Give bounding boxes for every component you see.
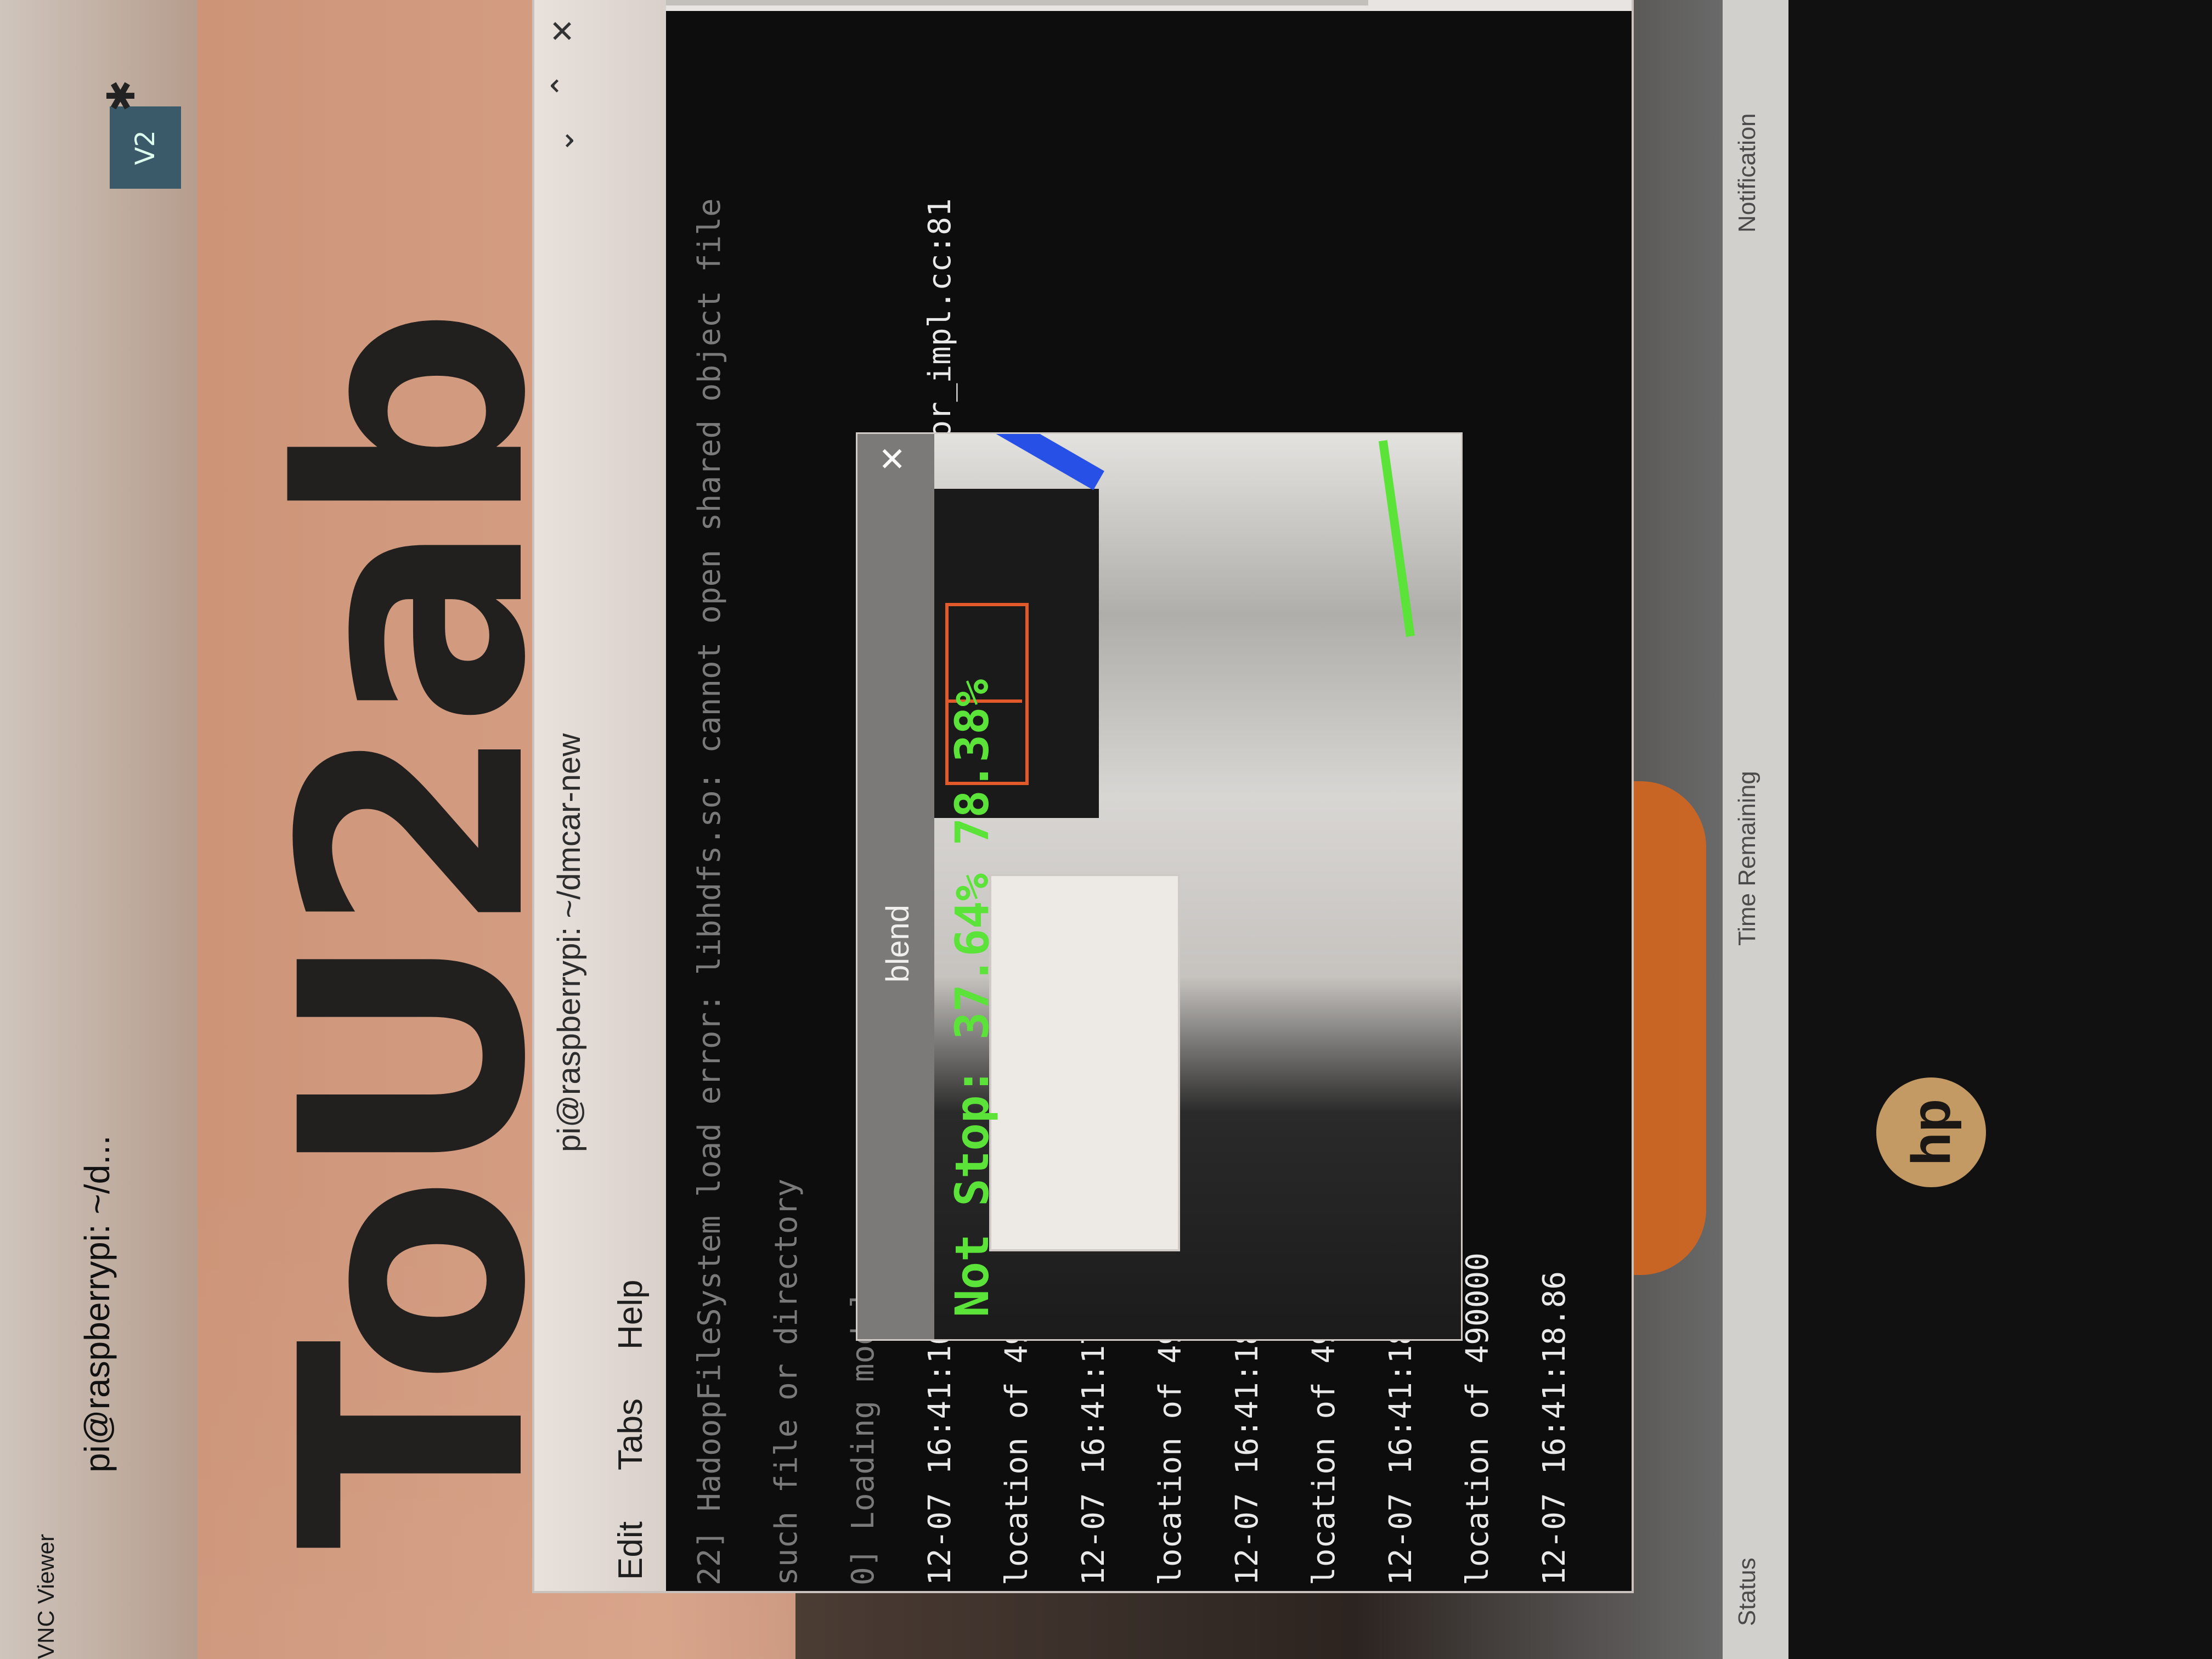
lane-line-green: [1378, 440, 1415, 637]
status-bar: Status Time Remaining Notification: [1723, 0, 1788, 1659]
close-icon[interactable]: ✕: [545, 18, 581, 44]
detection-overlay-text: Not Stop: 37.64% 78.38%: [945, 679, 999, 1317]
status-label: Status: [1734, 1558, 1760, 1626]
maximize-icon[interactable]: ⌃: [545, 73, 581, 99]
notification-label: Notification: [1734, 113, 1760, 233]
vnc-taskbar: VNC Viewer pi@raspberrypi: ~/d... V2 ✱: [0, 0, 198, 1659]
menu-edit[interactable]: Edit: [611, 1521, 650, 1580]
terminal-menubar: Edit Tabs Help: [611, 0, 666, 1591]
lane-line-blue: [951, 434, 1104, 490]
vnc-viewer-title: VNC Viewer: [33, 1534, 59, 1659]
menu-help[interactable]: Help: [611, 1279, 650, 1350]
terminal-titlebar[interactable]: pi@raspberrypi: ~/dmcar-new ⌄ ⌃ ✕ Edit T…: [534, 0, 666, 1591]
laptop-bezel: [1788, 0, 2212, 1659]
time-remaining-label: Time Remaining: [1734, 771, 1760, 946]
photo-stage: ToU2ab VNC Viewer pi@raspberrypi: ~/d...…: [0, 0, 2212, 1659]
door-in-frame: [989, 874, 1180, 1251]
terminal-line: 22] HadoopFileSystem load error: libhdfs…: [692, 198, 727, 1585]
hp-logo: hp: [1876, 1077, 1986, 1187]
terminal-line: such file or directory: [769, 1178, 804, 1585]
close-icon[interactable]: ✕: [874, 445, 912, 472]
taskbar-terminal-task[interactable]: pi@raspberrypi: ~/d...: [77, 1135, 117, 1472]
terminal-scrollbar[interactable]: [666, 0, 1632, 11]
blend-window[interactable]: blend ✕ Not Stop: 37.64% 78.38%: [856, 432, 1463, 1341]
blend-titlebar[interactable]: blend ✕: [857, 434, 934, 1339]
minimize-icon[interactable]: ⌄: [545, 128, 581, 154]
terminal-title: pi@raspberrypi: ~/dmcar-new: [551, 733, 587, 1152]
vnc-icon[interactable]: V2: [110, 106, 181, 189]
menu-tabs[interactable]: Tabs: [611, 1398, 650, 1470]
scrollbar-thumb[interactable]: [666, 0, 1368, 5]
camera-frame: Not Stop: 37.64% 78.38%: [934, 434, 1461, 1339]
blend-title: blend: [880, 905, 916, 983]
bluetooth-icon[interactable]: ✱: [99, 80, 144, 112]
terminal-line: 12-07 16:41:18.86: [1537, 1271, 1572, 1585]
